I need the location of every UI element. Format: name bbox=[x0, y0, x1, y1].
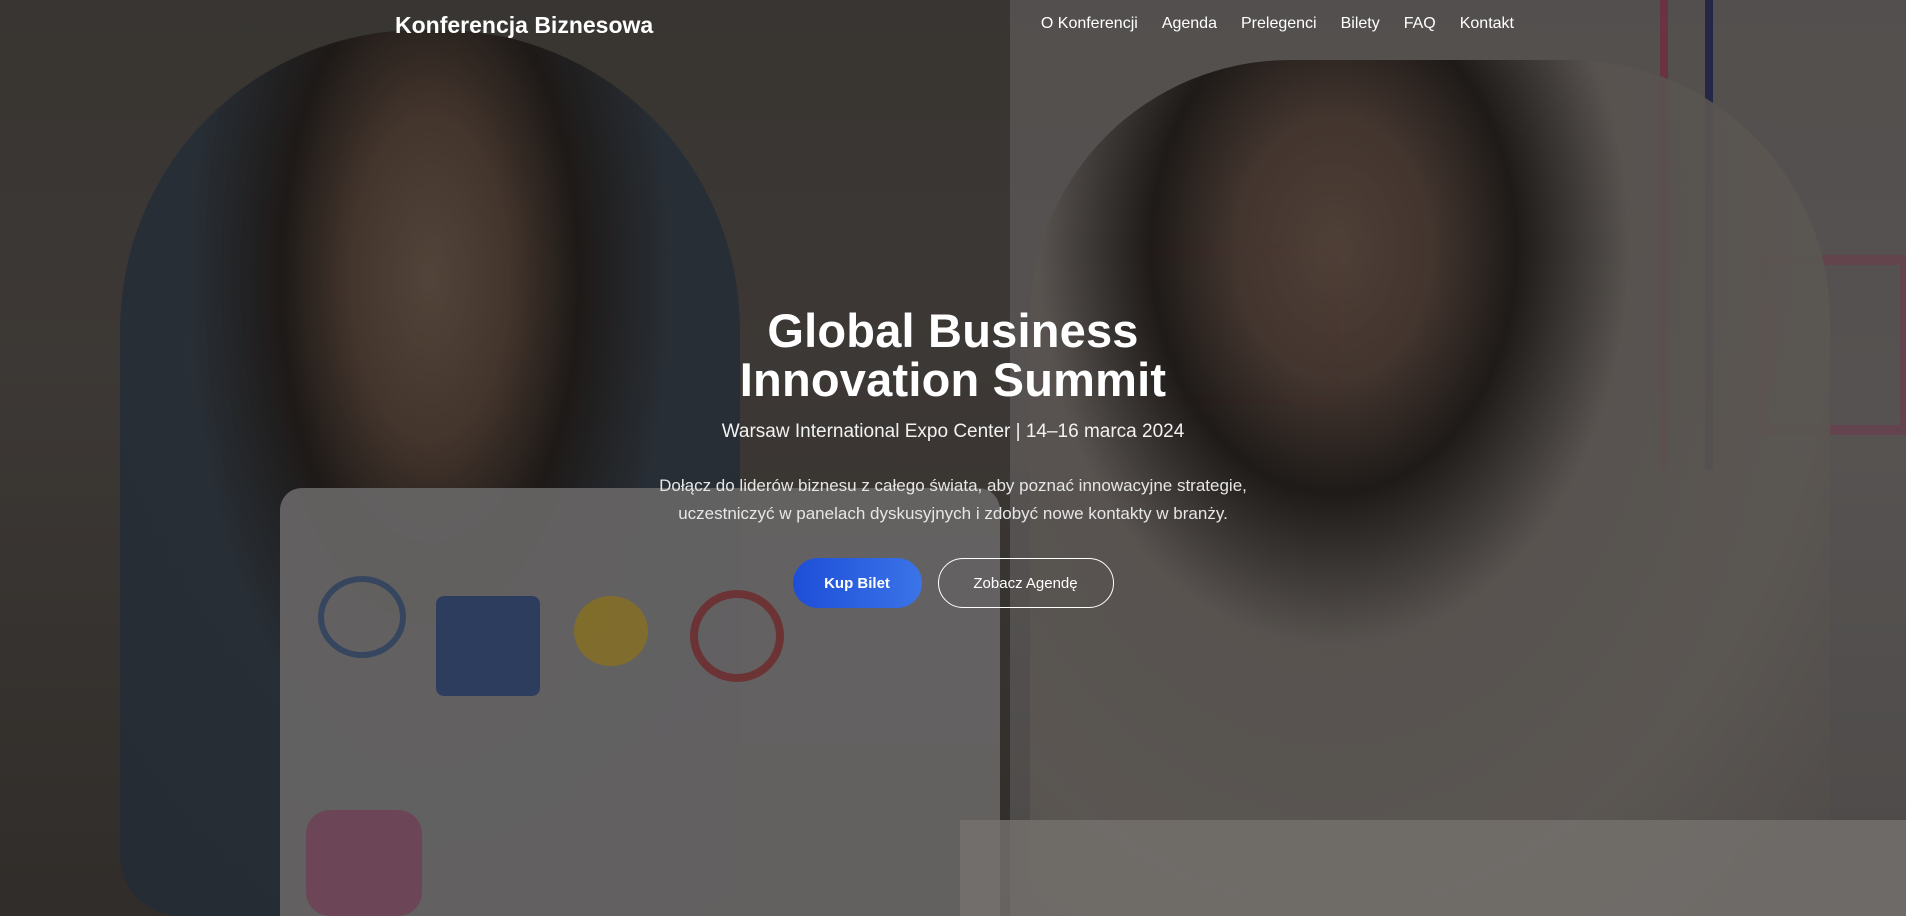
hero-title-line-1: Global Business bbox=[767, 304, 1139, 357]
navbar: Konferencja Biznesowa O Konferencji Agen… bbox=[0, 0, 1906, 52]
hero-section: Konferencja Biznesowa O Konferencji Agen… bbox=[0, 0, 1906, 916]
nav-link-agenda[interactable]: Agenda bbox=[1162, 15, 1217, 32]
nav-item: Bilety bbox=[1341, 15, 1380, 33]
nav-link-o-konferencji[interactable]: O Konferencji bbox=[1041, 15, 1138, 32]
nav-item: Kontakt bbox=[1460, 15, 1514, 33]
hero-description-line-2: uczestniczyć w panelach dyskusyjnych i z… bbox=[678, 504, 1228, 523]
hero-description-line-1: Dołącz do liderów biznesu z całego świat… bbox=[659, 476, 1247, 495]
nav-link-kontakt[interactable]: Kontakt bbox=[1460, 15, 1514, 32]
hero-subtitle: Warsaw International Expo Center | 14–16… bbox=[721, 421, 1185, 442]
nav-item: O Konferencji bbox=[1041, 15, 1138, 33]
brand-logo[interactable]: Konferencja Biznesowa bbox=[395, 12, 653, 39]
nav-link-prelegenci[interactable]: Prelegenci bbox=[1241, 15, 1317, 32]
view-agenda-button[interactable]: Zobacz Agendę bbox=[937, 558, 1114, 608]
nav-item: Agenda bbox=[1162, 15, 1217, 33]
hero-description: Dołącz do liderów biznesu z całego świat… bbox=[0, 472, 1906, 528]
nav-item: FAQ bbox=[1404, 15, 1436, 33]
nav-links: O Konferencji Agenda Prelegenci Bilety F… bbox=[1041, 15, 1514, 33]
hero-title-line-2: Innovation Summit bbox=[739, 353, 1167, 406]
nav-link-bilety[interactable]: Bilety bbox=[1341, 15, 1380, 32]
nav-item: Prelegenci bbox=[1241, 15, 1317, 33]
hero-content: Global Business Innovation Summit Warsaw… bbox=[0, 0, 1906, 916]
hero-title: Global Business Innovation Summit bbox=[0, 306, 1906, 404]
buy-ticket-button[interactable]: Kup Bilet bbox=[792, 558, 922, 608]
nav-link-faq[interactable]: FAQ bbox=[1404, 15, 1436, 32]
cta-row: Kup Bilet Zobacz Agendę bbox=[0, 558, 1906, 608]
